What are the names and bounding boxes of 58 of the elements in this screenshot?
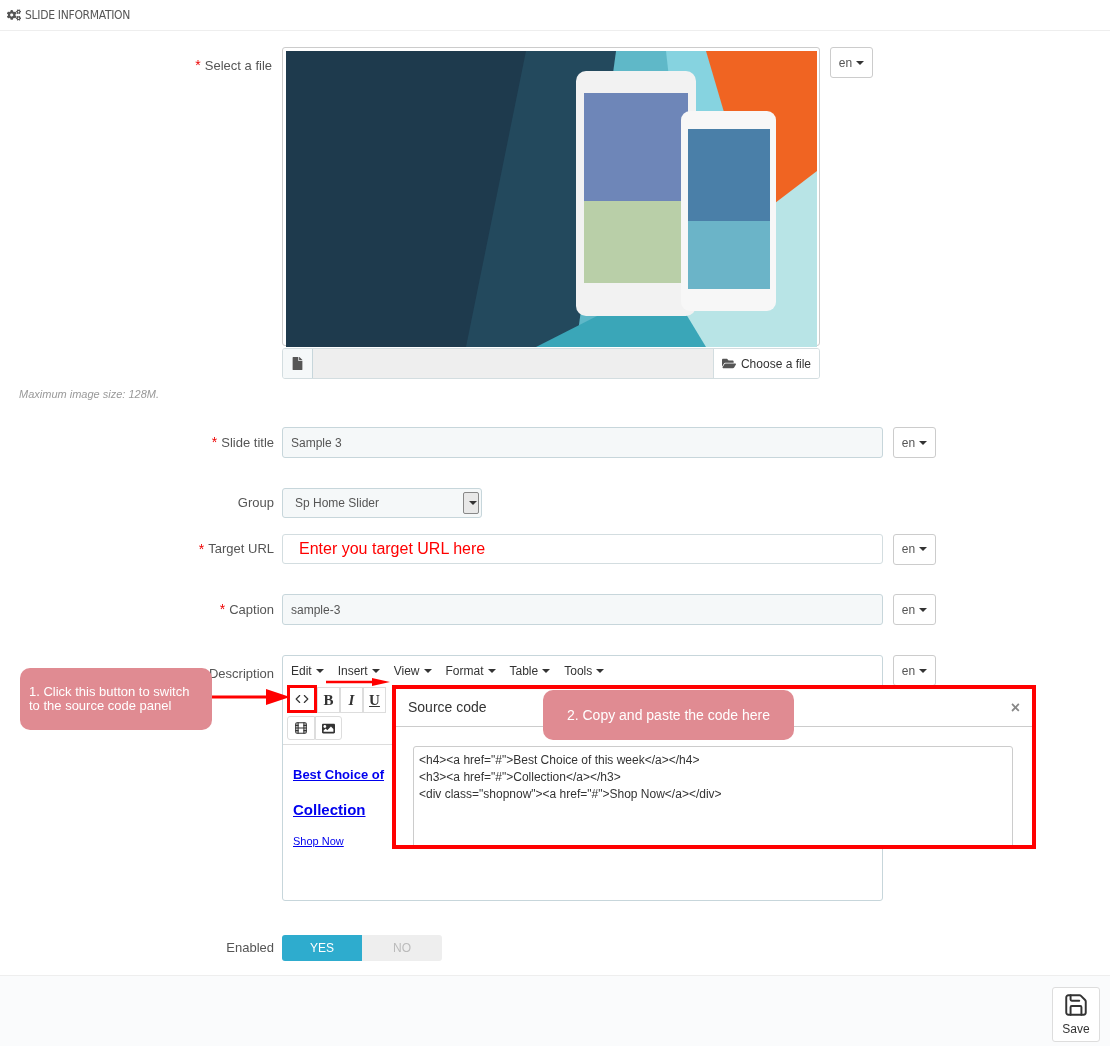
format-button[interactable]: U [363, 687, 386, 713]
field-label: Select a file [204, 58, 272, 73]
film-icon [294, 721, 308, 735]
source-code-button[interactable] [287, 685, 317, 713]
content-link[interactable]: Shop Now [293, 833, 344, 850]
target-url-field[interactable]: Enter you target URL here [282, 534, 883, 564]
required-mark: * [195, 57, 201, 73]
required-mark: * [219, 600, 226, 619]
editor-menu-item[interactable]: View [393, 661, 432, 680]
language-button[interactable]: en [830, 47, 873, 78]
panel-title: SLIDE INFORMATION [25, 7, 131, 24]
caret-icon [919, 440, 928, 445]
field-label: Slide title [221, 433, 274, 452]
caret-icon [919, 607, 928, 612]
help-note: Maximum image size: 128M. [19, 387, 160, 401]
field-label: Group [237, 494, 274, 513]
code-field[interactable]: <h4><a href="#">Best Choice of this week</a></h4> <h3><a href="#">Collection</a></h3> <div class="shopnow"><a href="#">Shop Now</a></div> [413, 746, 1013, 845]
save-button[interactable]: Save [1052, 987, 1100, 1042]
caret-icon [487, 668, 496, 673]
caret-icon [371, 668, 380, 673]
field-label: Enabled [226, 939, 274, 958]
language-button[interactable]: en [893, 533, 936, 565]
language-button[interactable]: en [893, 594, 936, 625]
editor-menu-item[interactable]: Edit [291, 661, 324, 680]
slide-title-field[interactable]: Sample 3 [282, 427, 883, 458]
code-icon [295, 692, 309, 706]
callout-note: 2. Copy and paste the code here [543, 690, 794, 740]
format-button[interactable]: B [317, 687, 340, 713]
language-button[interactable]: en [893, 655, 936, 686]
field-label: Caption [229, 600, 274, 619]
content-link[interactable]: Best Choice of [293, 765, 384, 785]
language-button[interactable]: en [893, 427, 936, 458]
field-label: Target URL [208, 540, 274, 559]
insert-video-button[interactable] [287, 716, 315, 740]
format-button[interactable]: I [340, 687, 363, 713]
caret-icon [856, 60, 865, 65]
caret-icon [469, 501, 477, 505]
insert-image-button[interactable] [315, 716, 342, 740]
group-select[interactable]: Sp Home Slider [282, 488, 482, 518]
required-mark: * [211, 433, 218, 452]
editor-menu-item[interactable]: Table [509, 661, 551, 680]
dialog-title: Source code [408, 698, 487, 717]
cogs-icon [7, 8, 21, 22]
caret-icon [919, 668, 928, 673]
caret-icon [542, 668, 551, 673]
caption-field[interactable]: sample-3 [282, 594, 883, 625]
pointer-arrow [326, 678, 390, 686]
close-button[interactable]: × [1010, 695, 1020, 720]
save-icon [1063, 991, 1089, 1018]
caret-icon [315, 668, 324, 673]
caret-icon [919, 547, 928, 551]
editor-menu-item[interactable]: Format [445, 661, 496, 680]
editor-menu-item[interactable]: Tools [564, 661, 605, 680]
image-icon [322, 721, 335, 735]
caret-icon [423, 668, 432, 673]
caret-icon [596, 668, 605, 673]
required-mark: * [198, 539, 205, 559]
content-link[interactable]: Collection [293, 798, 366, 821]
